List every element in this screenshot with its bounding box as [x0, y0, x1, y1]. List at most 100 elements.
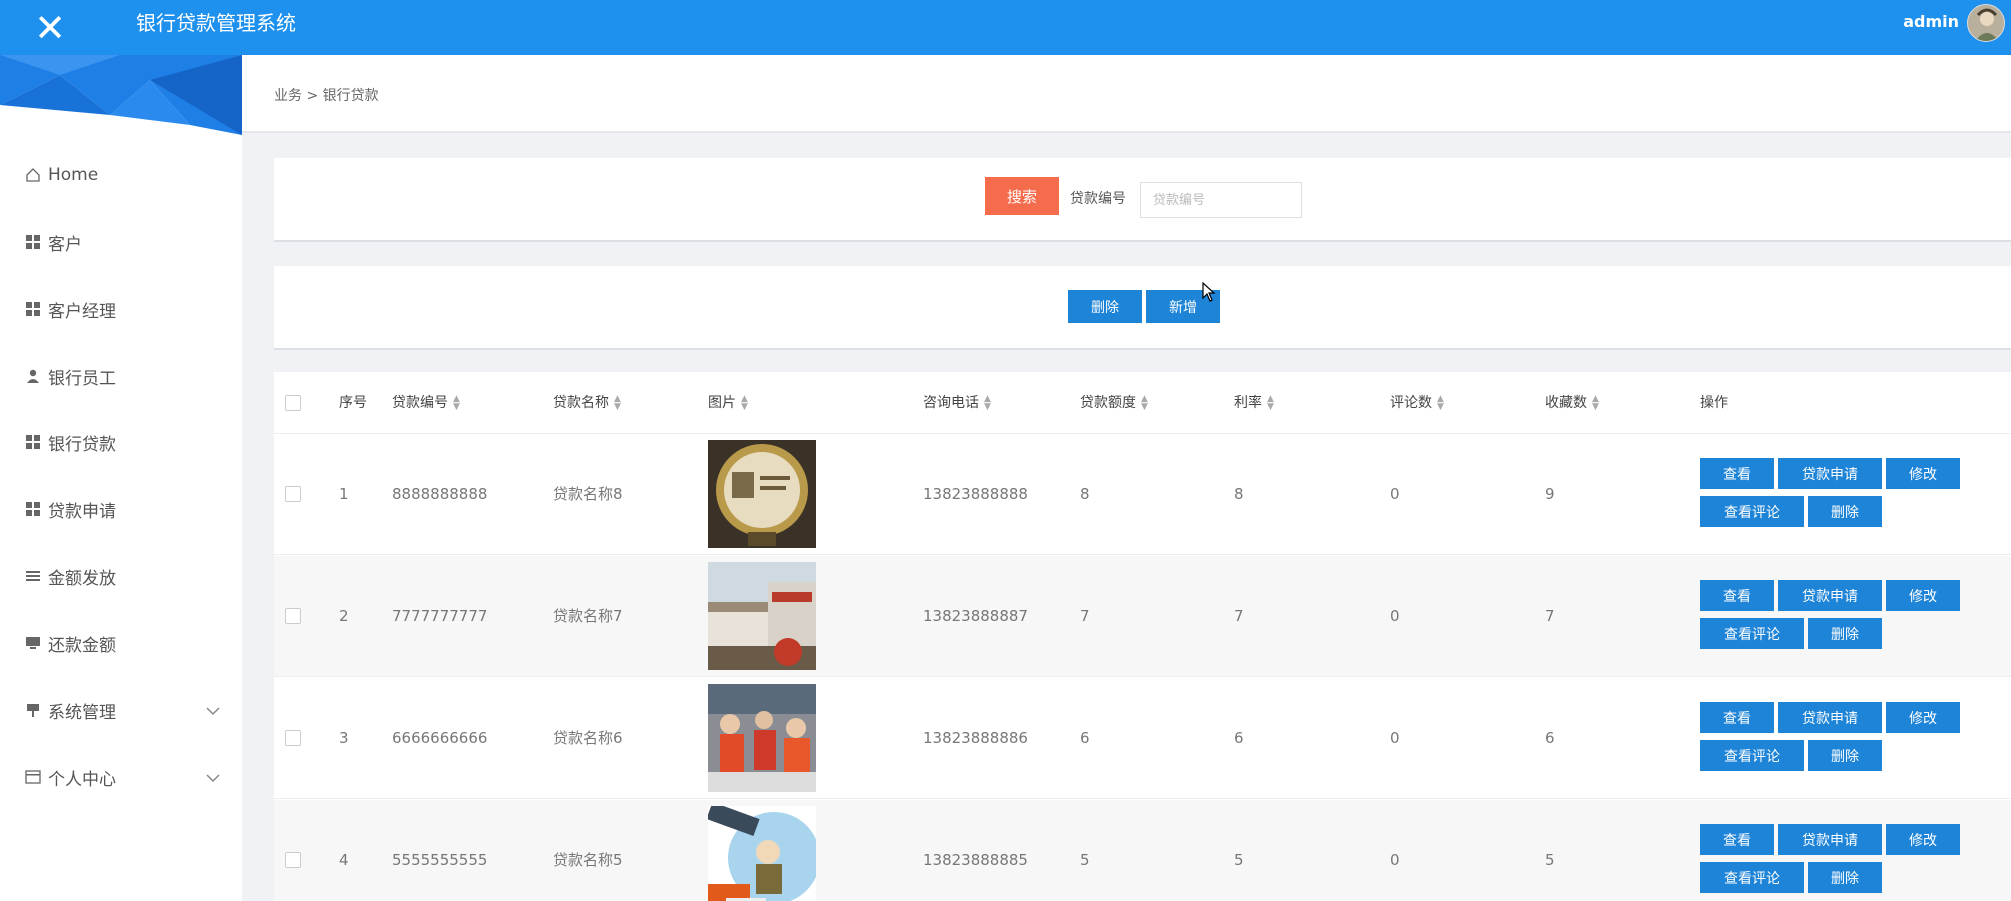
sidebar-item-label: 个人中心 — [48, 769, 116, 790]
loan-apply-button[interactable]: 贷款申请 — [1778, 580, 1882, 611]
action-panel: 删除 新增 — [274, 266, 2011, 350]
grid-icon — [24, 500, 42, 518]
pin-icon — [24, 701, 42, 719]
sidebar-item-personal-center[interactable]: 个人中心 — [0, 744, 242, 810]
row-checkbox[interactable] — [285, 486, 301, 502]
loan-apply-button[interactable]: 贷款申请 — [1778, 702, 1882, 733]
cell-amount: 7 — [1080, 607, 1090, 625]
delete-button[interactable]: 删除 — [1808, 496, 1882, 527]
view-comments-button[interactable]: 查看评论 — [1700, 496, 1804, 527]
sort-icon[interactable]: ▲ ▼ — [1141, 395, 1148, 412]
cell-index: 4 — [339, 851, 349, 869]
cell-phone: 13823888887 — [923, 607, 1028, 625]
sidebar-item-loan-application[interactable]: 贷款申请 — [0, 476, 242, 542]
header-index: 序号 — [339, 395, 367, 411]
table-header-row: 序号 贷款编号 ▲ ▼ 贷款名称 ▲ ▼ 图片 ▲ ▼ 咨询电话 ▲ ▼ 贷款额度 ▲ ▼ 利率 ▲ ▼… — [274, 372, 2011, 434]
edit-button[interactable]: 修改 — [1886, 458, 1960, 489]
header-favorites[interactable]: 收藏数 ▲ ▼ — [1545, 372, 1599, 434]
chevron-down-icon — [206, 768, 220, 788]
search-button[interactable]: 搜索 — [985, 177, 1059, 215]
sidebar-item-customer[interactable]: 客户 — [0, 209, 242, 275]
view-button[interactable]: 查看 — [1700, 702, 1774, 733]
view-button[interactable]: 查看 — [1700, 824, 1774, 855]
header-image[interactable]: 图片 ▲ ▼ — [708, 372, 748, 434]
cell-index: 2 — [339, 607, 349, 625]
view-comments-button[interactable]: 查看评论 — [1700, 862, 1804, 893]
sort-icon[interactable]: ▲ ▼ — [453, 395, 460, 412]
cell-favorites: 7 — [1545, 607, 1555, 625]
sidebar-item-system-management[interactable]: 系统管理 — [0, 677, 242, 743]
loan-apply-button[interactable]: 贷款申请 — [1778, 824, 1882, 855]
header-rate-label: 利率 — [1234, 395, 1262, 411]
home-icon — [24, 166, 42, 184]
cell-rate: 7 — [1234, 607, 1244, 625]
user-name[interactable]: admin — [1903, 0, 1959, 46]
loan-code-search-input[interactable] — [1140, 182, 1302, 218]
close-icon[interactable]: ✕ — [0, 0, 100, 55]
table-row: 1 8888888888 贷款名称8 13823888888 8 8 0 9 查看 贷款申请 修改查… — [274, 434, 2011, 555]
header-rate[interactable]: 利率 ▲ ▼ — [1234, 372, 1274, 434]
sidebar-banner — [0, 55, 242, 135]
cell-amount: 6 — [1080, 729, 1090, 747]
header-phone[interactable]: 咨询电话 ▲ ▼ — [923, 372, 991, 434]
sidebar-item-label: 金额发放 — [48, 568, 116, 589]
sidebar-item-fund-disbursement[interactable]: 金额发放 — [0, 543, 242, 609]
cell-code: 5555555555 — [392, 851, 488, 869]
sort-icon[interactable]: ▲ ▼ — [1592, 395, 1599, 412]
header-comments-label: 评论数 — [1390, 395, 1432, 411]
cell-name: 贷款名称5 — [553, 851, 623, 869]
breadcrumb-bar: 业务 > 银行贷款 — [242, 55, 2011, 133]
grid-icon — [24, 233, 42, 251]
sort-icon[interactable]: ▲ ▼ — [741, 395, 748, 412]
view-comments-button[interactable]: 查看评论 — [1700, 740, 1804, 771]
search-panel: 搜索 贷款编号 — [274, 158, 2011, 242]
sidebar-item-bank-staff[interactable]: 银行员工 — [0, 343, 242, 409]
grid-icon — [24, 433, 42, 451]
header-amount[interactable]: 贷款额度 ▲ ▼ — [1080, 372, 1148, 434]
avatar[interactable] — [1967, 4, 2005, 42]
mouse-cursor-icon — [1202, 281, 1216, 306]
sidebar-item-bank-loan[interactable]: 银行贷款 — [0, 409, 242, 475]
cell-comments: 0 — [1390, 851, 1400, 869]
sort-icon[interactable]: ▲ ▼ — [614, 395, 621, 412]
view-comments-button[interactable]: 查看评论 — [1700, 618, 1804, 649]
header-name[interactable]: 贷款名称 ▲ ▼ — [553, 372, 621, 434]
row-checkbox[interactable] — [285, 608, 301, 624]
batch-delete-button[interactable]: 删除 — [1068, 290, 1142, 323]
edit-button[interactable]: 修改 — [1886, 702, 1960, 733]
sort-icon[interactable]: ▲ ▼ — [984, 395, 991, 412]
table-row: 3 6666666666 贷款名称6 13823888886 6 6 0 6 查看 贷款申请 修改查… — [274, 678, 2011, 799]
cell-amount: 8 — [1080, 485, 1090, 503]
sidebar-item-home[interactable]: Home — [0, 142, 242, 208]
sort-icon[interactable]: ▲ ▼ — [1267, 395, 1274, 412]
sidebar-item-customer-manager[interactable]: 客户经理 — [0, 276, 242, 342]
row-checkbox[interactable] — [285, 852, 301, 868]
delete-button[interactable]: 删除 — [1808, 862, 1882, 893]
loan-image — [708, 562, 816, 670]
sidebar-item-label: 客户 — [48, 234, 82, 255]
cell-comments: 0 — [1390, 729, 1400, 747]
cell-code: 7777777777 — [392, 607, 488, 625]
cell-name: 贷款名称8 — [553, 485, 623, 503]
header-comments[interactable]: 评论数 ▲ ▼ — [1390, 372, 1444, 434]
edit-button[interactable]: 修改 — [1886, 580, 1960, 611]
view-button[interactable]: 查看 — [1700, 458, 1774, 489]
edit-button[interactable]: 修改 — [1886, 824, 1960, 855]
row-checkbox[interactable] — [285, 730, 301, 746]
loan-apply-button[interactable]: 贷款申请 — [1778, 458, 1882, 489]
card-icon — [24, 768, 42, 786]
delete-button[interactable]: 删除 — [1808, 740, 1882, 771]
delete-button[interactable]: 删除 — [1808, 618, 1882, 649]
header-code[interactable]: 贷款编号 ▲ ▼ — [392, 372, 460, 434]
sort-icon[interactable]: ▲ ▼ — [1437, 395, 1444, 412]
chevron-down-icon — [206, 701, 220, 721]
view-button[interactable]: 查看 — [1700, 580, 1774, 611]
select-all-checkbox[interactable] — [285, 395, 301, 411]
table-row: 4 5555555555 贷款名称5 13823888885 5 5 0 5 查看 贷款申请 修改查… — [274, 800, 2011, 901]
app-title: 银行贷款管理系统 — [136, 11, 296, 35]
sidebar-item-repayment-amount[interactable]: 还款金额 — [0, 610, 242, 676]
cell-favorites: 5 — [1545, 851, 1555, 869]
sidebar-item-label: 银行员工 — [48, 368, 116, 389]
sidebar-item-label: 客户经理 — [48, 301, 116, 322]
sidebar: Home 客户客户经理银行员工银行贷款 贷款申请金额发放还款金额 系统管理个人中心 — [0, 55, 242, 901]
